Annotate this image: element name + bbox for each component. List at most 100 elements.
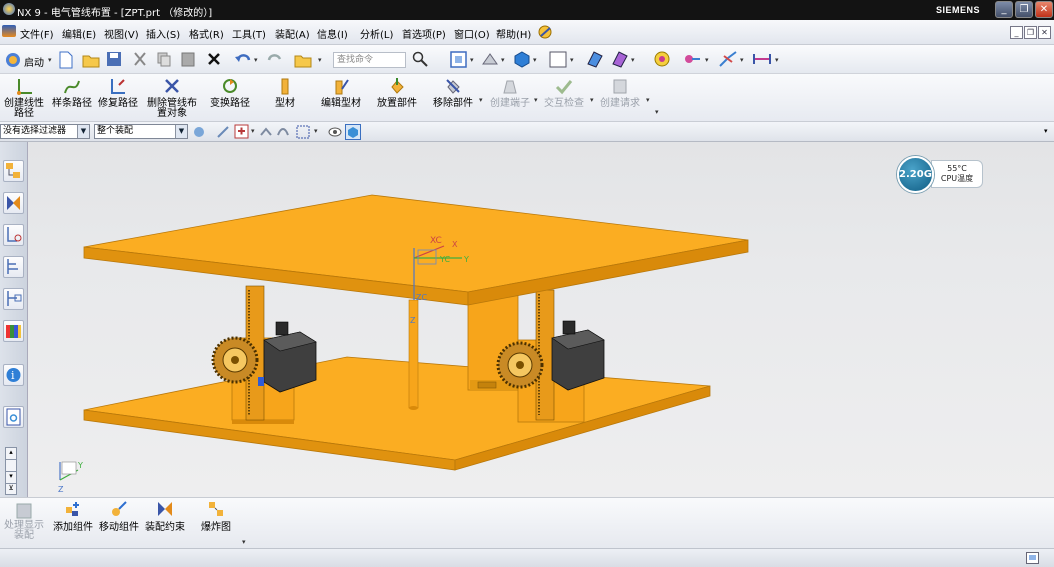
create-terminal-button[interactable]: 创建端子 xyxy=(486,74,534,122)
chevron-down-icon: ▼ xyxy=(175,125,187,138)
move-component-button[interactable]: 移动组件 xyxy=(97,496,141,544)
save-icon[interactable] xyxy=(106,51,122,67)
transform-path-label: 变换路径 xyxy=(210,98,250,109)
point-snap-icon[interactable] xyxy=(259,125,273,139)
repair-path-button[interactable]: 修复路径 xyxy=(96,74,140,122)
resource-bar-scroller[interactable]: ▴ ▾ ⊻ xyxy=(5,447,17,495)
top-plate xyxy=(83,194,749,293)
add-component-icon xyxy=(66,502,79,516)
show-hide-icon[interactable] xyxy=(328,125,342,139)
paste-icon[interactable] xyxy=(180,51,196,67)
part-navigator-tab[interactable] xyxy=(3,224,24,246)
start-icon[interactable] xyxy=(4,51,22,69)
new-file-icon[interactable] xyxy=(58,51,74,69)
doc-restore-icon[interactable]: ❐ xyxy=(1024,26,1037,39)
create-linear-path-button[interactable]: 创建线性路径 xyxy=(4,74,44,122)
add-component-button[interactable]: 添加组件 xyxy=(50,496,96,544)
create-request-button[interactable]: 创建请求 xyxy=(596,74,644,122)
menu-view[interactable]: 视图(V) xyxy=(104,26,139,41)
edit-stock-button[interactable]: 编辑型材 xyxy=(318,74,364,122)
graphics-window[interactable]: XC YC ZC Z Y X Y Z xyxy=(28,142,1054,497)
copy-icon[interactable] xyxy=(156,51,172,67)
status-bar xyxy=(0,548,1054,567)
minimize-button[interactable]: _ xyxy=(995,1,1013,18)
remove-part-button[interactable]: 移除部件 xyxy=(430,74,476,122)
menu-file[interactable]: 文件(F) xyxy=(20,26,54,41)
fit-view-icon[interactable] xyxy=(450,51,467,68)
work-layer-icon[interactable] xyxy=(586,50,604,68)
command-search-input[interactable]: 查找命令 xyxy=(333,52,406,68)
create-terminal-icon xyxy=(503,80,517,94)
help-wizard-icon[interactable] xyxy=(537,24,554,40)
reuse-library-tab[interactable] xyxy=(3,256,24,278)
snap-point-icon[interactable] xyxy=(653,50,671,68)
open-folder-icon[interactable] xyxy=(82,51,100,69)
selection-filter-dropdown[interactable]: 没有选择过滤器 ▼ xyxy=(0,124,90,139)
app-menu-icon[interactable] xyxy=(2,25,16,37)
close-button[interactable]: ✕ xyxy=(1035,1,1053,18)
document-icon xyxy=(6,408,21,426)
window-title: NX 9 - 电气管线布置 - [ZPT.prt （修改的）] xyxy=(17,8,213,19)
spline-path-button[interactable]: 样条路径 xyxy=(50,74,94,122)
system-materials-tab[interactable]: i xyxy=(3,364,24,386)
menu-edit[interactable]: 编辑(E) xyxy=(62,26,96,41)
show-assembly-button[interactable]: 处理显示装配 xyxy=(4,496,44,544)
resource-bar: i ▴ ▾ ⊻ xyxy=(0,142,28,497)
menu-insert[interactable]: 插入(S) xyxy=(146,26,180,41)
add-component-label: 添加组件 xyxy=(53,522,93,533)
palette-tab[interactable] xyxy=(3,320,24,342)
search-icon[interactable] xyxy=(412,51,428,67)
hd3d-tools-tab[interactable] xyxy=(3,288,24,310)
stock-button[interactable]: 型材 xyxy=(268,74,302,122)
general-selection-icon[interactable] xyxy=(192,125,206,139)
undo-icon[interactable] xyxy=(234,51,252,67)
exploded-views-button[interactable]: 爆炸图 xyxy=(196,496,236,544)
create-request-label: 创建请求 xyxy=(600,98,640,109)
menu-information[interactable]: 信息(I) xyxy=(317,26,348,41)
layer-settings-icon[interactable] xyxy=(611,50,629,68)
assembly-toolbar-options-icon[interactable]: ▾ xyxy=(242,538,246,546)
shaded-cube-icon[interactable] xyxy=(513,51,531,68)
assembly-model: XC YC ZC Z Y X Y Z xyxy=(58,194,749,494)
snap-endpoint-icon[interactable] xyxy=(216,125,230,139)
wcs-display-icon[interactable] xyxy=(718,50,738,68)
exploded-view-icon xyxy=(209,502,223,516)
cut-icon[interactable] xyxy=(132,51,148,67)
constraint-navigator-tab[interactable] xyxy=(3,192,24,214)
render-style-icon[interactable] xyxy=(481,51,499,68)
doc-close-icon[interactable]: ✕ xyxy=(1038,26,1051,39)
ribbon-options-icon[interactable]: ▾ xyxy=(655,108,659,116)
curve-snap-icon[interactable] xyxy=(276,125,290,139)
exploded-views-label: 爆炸图 xyxy=(201,522,231,533)
selection-scope-dropdown[interactable]: 整个装配 ▼ xyxy=(94,124,188,139)
delete-routing-objects-button[interactable]: 删除管线布置对象 xyxy=(146,74,198,122)
component-filter-icon[interactable] xyxy=(345,124,361,140)
doc-minimize-icon[interactable]: _ xyxy=(1010,26,1023,39)
delete-icon[interactable] xyxy=(206,51,222,67)
selection-priority-icon[interactable] xyxy=(683,50,701,68)
menu-format[interactable]: 格式(R) xyxy=(189,26,224,41)
full-screen-icon[interactable] xyxy=(1026,552,1039,564)
assembly-navigator-tab[interactable] xyxy=(3,160,24,182)
start-label[interactable]: 启动 xyxy=(24,54,44,69)
restore-button[interactable]: ❐ xyxy=(1015,1,1033,18)
select-feature-icon[interactable] xyxy=(234,124,250,139)
menu-assemblies[interactable]: 装配(A) xyxy=(275,26,310,41)
menu-tools[interactable]: 工具(T) xyxy=(232,26,266,41)
menu-preferences[interactable]: 首选项(P) xyxy=(402,26,446,41)
rectangle-select-icon[interactable] xyxy=(296,125,310,139)
show-assembly-label: 处理显示装配 xyxy=(4,520,44,541)
redo-icon[interactable] xyxy=(266,51,284,67)
assembly-constraints-button[interactable]: 装配约束 xyxy=(142,496,188,544)
menu-analysis[interactable]: 分析(L) xyxy=(360,26,393,41)
menu-window[interactable]: 窗口(O) xyxy=(454,26,490,41)
menu-help[interactable]: 帮助(H) xyxy=(496,26,531,41)
assembly-constraints-label: 装配约束 xyxy=(145,522,185,533)
transform-path-button[interactable]: 变换路径 xyxy=(206,74,254,122)
history-tab[interactable] xyxy=(3,406,24,428)
background-icon[interactable] xyxy=(549,51,567,68)
measure-distance-icon[interactable] xyxy=(752,52,772,66)
interference-check-button[interactable]: 交互检查 xyxy=(540,74,588,122)
recent-files-icon[interactable] xyxy=(294,51,312,69)
place-part-button[interactable]: 放置部件 xyxy=(374,74,420,122)
